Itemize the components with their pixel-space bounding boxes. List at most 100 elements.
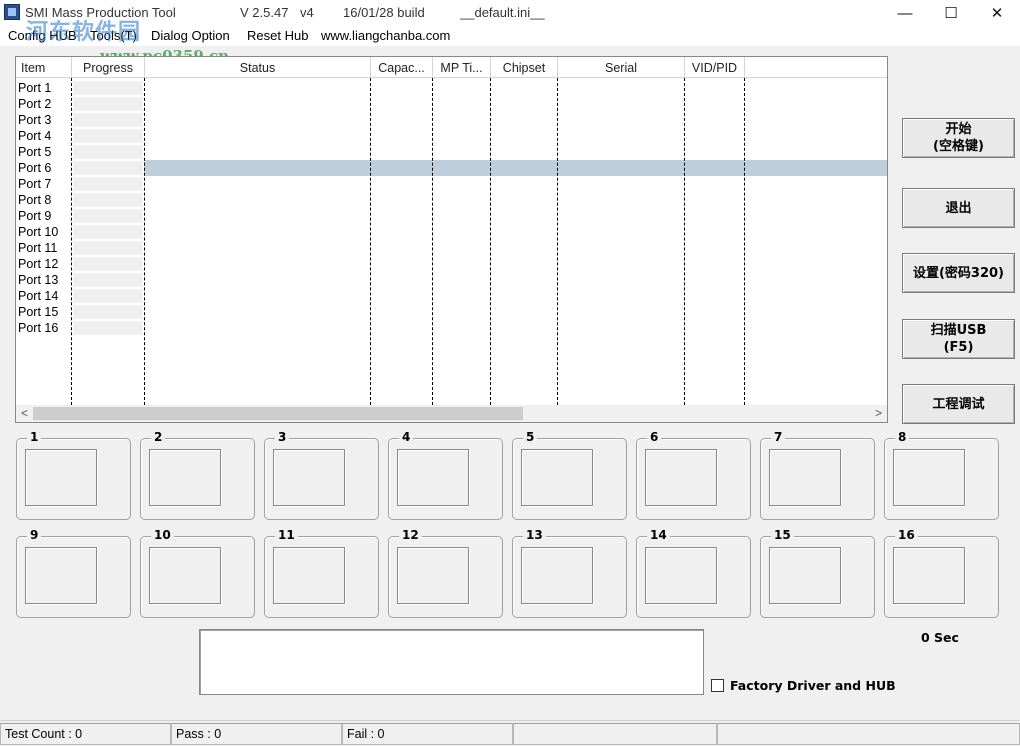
exit-button[interactable]: 退出: [902, 188, 1015, 228]
table-row[interactable]: Port 12: [16, 256, 887, 272]
scan-usb-hotkey: (F5): [943, 340, 974, 355]
progress-cell: [73, 321, 143, 336]
table-row[interactable]: Port 14: [16, 288, 887, 304]
column-header-mp-time[interactable]: MP Ti...: [433, 57, 491, 78]
horizontal-scrollbar[interactable]: < >: [16, 405, 887, 422]
table-row[interactable]: Port 8: [16, 192, 887, 208]
column-divider: [490, 78, 491, 405]
table-row[interactable]: Port 4: [16, 128, 887, 144]
port-panel: 3: [264, 430, 379, 520]
status-test-count: Test Count : 0: [0, 723, 171, 745]
title-bar: SMI Mass Production Tool V 2.5.47 v4 16/…: [0, 0, 1020, 26]
list-header: Item Progress Status Capac... MP Ti... C…: [16, 57, 887, 78]
factory-driver-checkbox-group[interactable]: Factory Driver and HUB: [711, 678, 896, 693]
close-button[interactable]: ✕: [974, 0, 1020, 26]
progress-cell: [73, 241, 143, 256]
port-panel-number: 16: [895, 528, 918, 542]
table-row[interactable]: Port 10: [16, 224, 887, 240]
factory-driver-label[interactable]: Factory Driver and HUB: [730, 678, 896, 693]
port-status-button[interactable]: [769, 449, 841, 506]
column-divider: [432, 78, 433, 405]
port-panel: 5: [512, 430, 627, 520]
port-status-button[interactable]: [521, 547, 593, 604]
port-panel-number: 7: [771, 430, 786, 444]
port-panel: 12: [388, 528, 503, 618]
port-panel: 16: [884, 528, 999, 618]
scroll-right-icon[interactable]: >: [870, 405, 887, 422]
table-row[interactable]: Port 16: [16, 320, 887, 336]
table-row[interactable]: Port 15: [16, 304, 887, 320]
table-row[interactable]: Port 13: [16, 272, 887, 288]
column-header-progress[interactable]: Progress: [72, 57, 145, 78]
progress-cell: [73, 257, 143, 272]
status-empty-2: [717, 723, 1020, 745]
progress-cell: [73, 273, 143, 288]
port-status-button[interactable]: [521, 449, 593, 506]
port-status-button[interactable]: [645, 547, 717, 604]
column-header-vid-pid[interactable]: VID/PID: [685, 57, 745, 78]
port-status-button[interactable]: [893, 547, 965, 604]
port-panel-number: 1: [27, 430, 42, 444]
port-status-button[interactable]: [273, 547, 345, 604]
port-status-button[interactable]: [645, 449, 717, 506]
maximize-button[interactable]: ☐: [928, 0, 974, 26]
port-status-button[interactable]: [273, 449, 345, 506]
start-button[interactable]: 开始 (空格键): [902, 118, 1015, 158]
app-icon: [4, 4, 20, 20]
log-output-box[interactable]: [199, 629, 704, 695]
column-divider: [144, 78, 145, 405]
table-row[interactable]: Port 9: [16, 208, 887, 224]
port-status-button[interactable]: [769, 547, 841, 604]
build-label: 16/01/28 build: [343, 5, 425, 20]
port-status-button[interactable]: [397, 547, 469, 604]
column-header-capacity[interactable]: Capac...: [371, 57, 433, 78]
engineering-debug-button[interactable]: 工程调试: [902, 384, 1015, 424]
table-row[interactable]: Port 2: [16, 96, 887, 112]
scan-usb-button[interactable]: 扫描USB (F5): [902, 319, 1015, 359]
factory-driver-checkbox[interactable]: [711, 679, 724, 692]
port-label: Port 14: [18, 289, 59, 303]
port-label: Port 6: [18, 161, 52, 175]
port-panel: 13: [512, 528, 627, 618]
table-row[interactable]: Port 5: [16, 144, 887, 160]
port-panel: 15: [760, 528, 875, 618]
table-row[interactable]: Port 3: [16, 112, 887, 128]
port-status-button[interactable]: [25, 449, 97, 506]
table-row[interactable]: Port 7: [16, 176, 887, 192]
menu-reset-hub[interactable]: Reset Hub: [247, 28, 308, 43]
config-file-label: __default.ini__: [460, 5, 545, 20]
status-empty-1: [513, 723, 717, 745]
column-divider: [557, 78, 558, 405]
menu-website-link[interactable]: www.liangchanba.com: [321, 28, 450, 43]
table-row[interactable]: Port 1: [16, 80, 887, 96]
menu-dialog-option[interactable]: Dialog Option: [151, 28, 230, 43]
port-label: Port 4: [18, 129, 52, 143]
column-divider: [370, 78, 371, 405]
port-list-view[interactable]: Item Progress Status Capac... MP Ti... C…: [15, 56, 888, 423]
port-status-button[interactable]: [893, 449, 965, 506]
port-label: Port 5: [18, 145, 52, 159]
port-panel-number: 9: [27, 528, 42, 542]
scrollbar-thumb[interactable]: [33, 407, 523, 420]
column-header-item[interactable]: Item: [16, 57, 72, 78]
scroll-left-icon[interactable]: <: [16, 405, 33, 422]
port-label: Port 3: [18, 113, 52, 127]
port-panel: 11: [264, 528, 379, 618]
port-status-button[interactable]: [25, 547, 97, 604]
port-panel: 4: [388, 430, 503, 520]
start-button-hotkey: (空格键): [933, 139, 984, 154]
port-panel-number: 5: [523, 430, 538, 444]
column-header-chipset[interactable]: Chipset: [491, 57, 558, 78]
port-panel: 10: [140, 528, 255, 618]
table-row[interactable]: Port 11: [16, 240, 887, 256]
port-status-button[interactable]: [397, 449, 469, 506]
port-status-button[interactable]: [149, 547, 221, 604]
status-pass: Pass : 0: [171, 723, 342, 745]
column-header-status[interactable]: Status: [145, 57, 371, 78]
port-status-button[interactable]: [149, 449, 221, 506]
settings-button[interactable]: 设置(密码320): [902, 253, 1015, 293]
table-row[interactable]: Port 6: [16, 160, 887, 176]
port-panel: 2: [140, 430, 255, 520]
column-header-serial[interactable]: Serial: [558, 57, 685, 78]
minimize-button[interactable]: —: [882, 0, 928, 26]
